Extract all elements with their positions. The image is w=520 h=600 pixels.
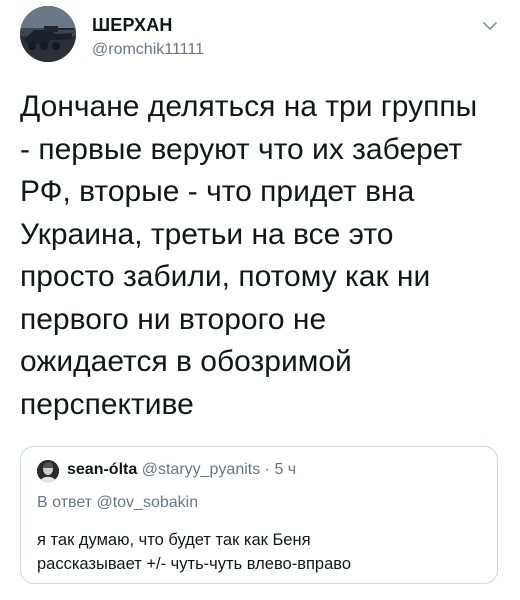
- tweet-text-line: просто забили, потому как ни: [20, 260, 431, 293]
- tweet-text-line: ожидается в обозримой: [20, 345, 352, 378]
- quoted-tweet-text: я так думаю, что будет так как Беня расс…: [37, 528, 487, 576]
- quoted-author-name[interactable]: sean-ólta: [67, 461, 137, 478]
- author-display-name[interactable]: ШЕРХАН: [92, 15, 173, 36]
- quoted-tweet-header: sean-ólta @staryy_pyanits · 5 ч: [67, 461, 296, 479]
- meta-separator: ·: [264, 461, 270, 478]
- tweet-text: Дончане деляться на три группы - первые …: [20, 86, 506, 426]
- tweet-text-line: перспективе: [20, 387, 194, 421]
- tweet-text-line: первого ни второго не: [20, 302, 327, 336]
- quoted-text-line: рассказывает +/- чуть-чуть влево-вправо: [37, 555, 352, 573]
- tweet-text-line: РФ, вторые - что придет вна: [20, 175, 415, 208]
- tweet-card: ШЕРХАН @romchik11111 Дончане деляться на…: [0, 0, 520, 600]
- author-handle[interactable]: @romchik11111: [92, 41, 204, 59]
- author-avatar[interactable]: [20, 6, 76, 62]
- tweet-text-line: Дончане деляться на три группы: [20, 90, 478, 123]
- quoted-author-avatar: [37, 460, 59, 482]
- tweet-text-line: - первые веруют что их заберет: [20, 132, 463, 166]
- reply-context[interactable]: В ответ @tov_sobakin: [37, 494, 198, 512]
- quoted-author-handle[interactable]: @staryy_pyanits: [142, 461, 261, 478]
- chevron-down-icon[interactable]: [480, 16, 500, 36]
- tweet-text-line: Украина, третьи на все это: [20, 217, 394, 251]
- quoted-text-line: я так думаю, что будет так как Беня: [37, 531, 311, 549]
- quoted-tweet-time: 5 ч: [274, 461, 297, 478]
- quoted-tweet-card[interactable]: sean-ólta @staryy_pyanits · 5 ч В ответ …: [20, 446, 498, 584]
